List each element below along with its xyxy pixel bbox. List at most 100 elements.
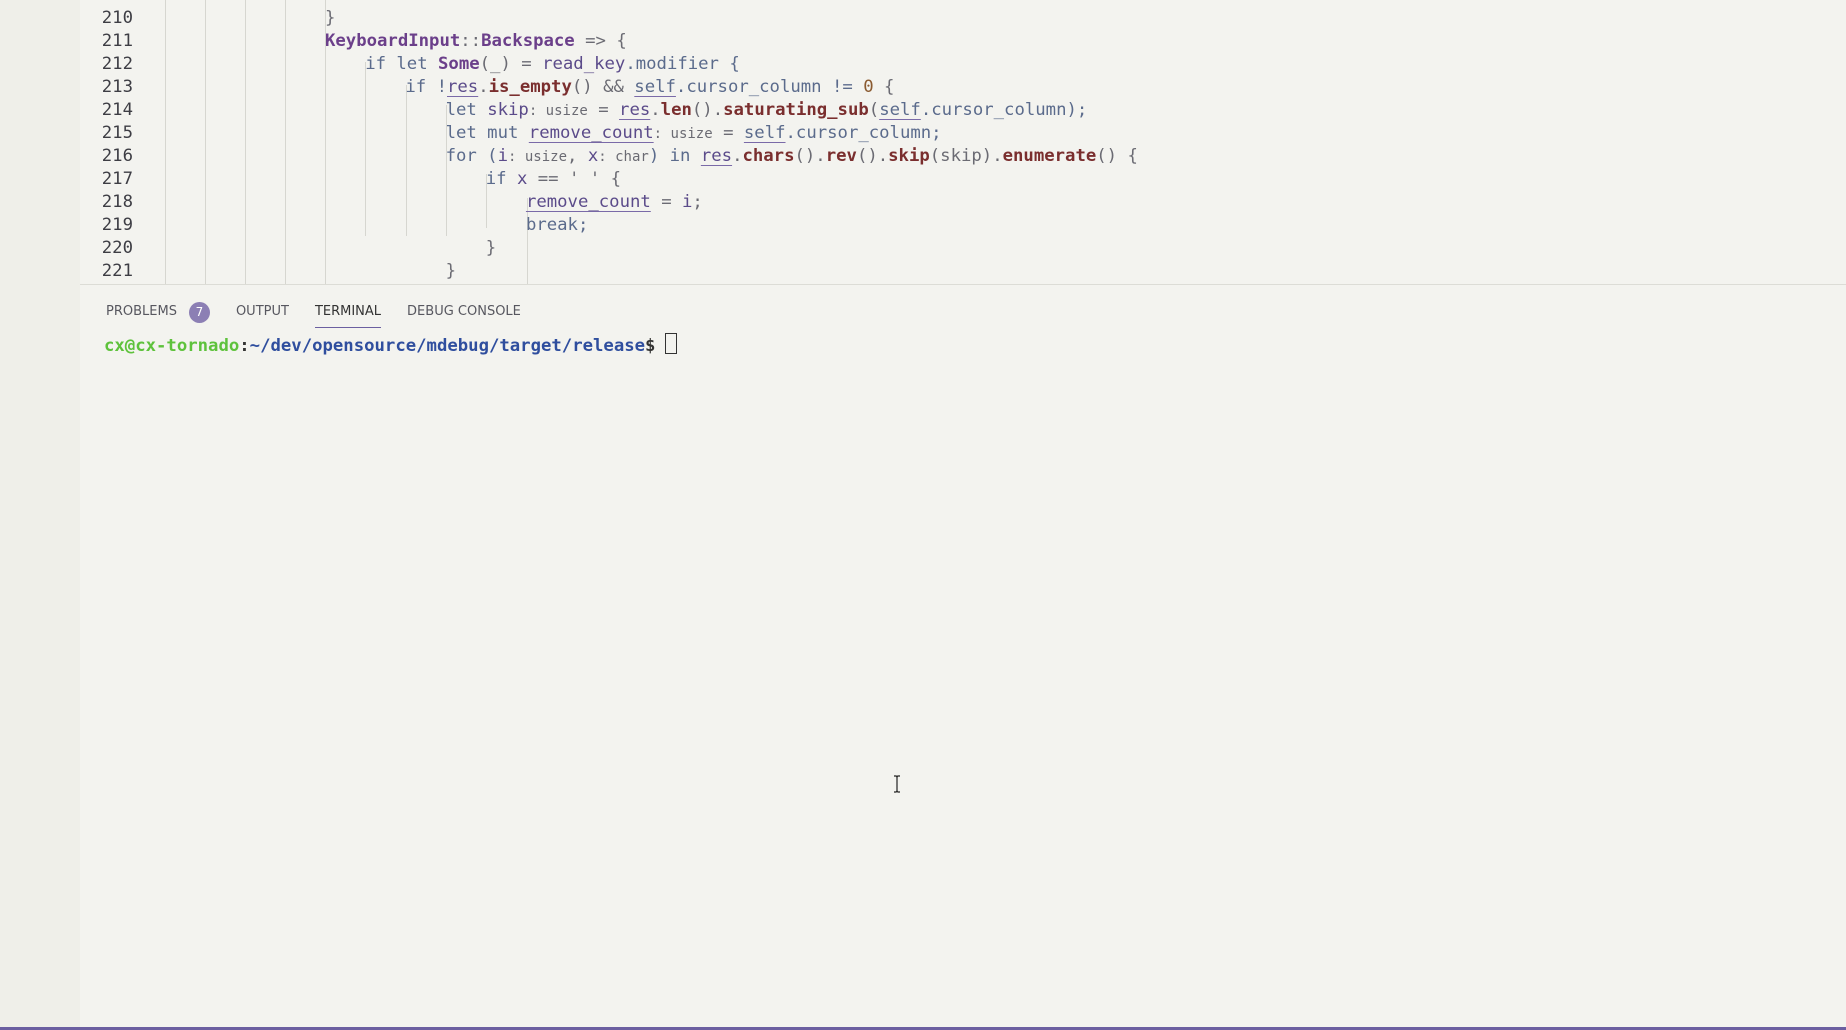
line-number: 212: [101, 54, 133, 74]
code-token: {: [873, 77, 895, 97]
code-token: ().: [794, 146, 826, 166]
tab-terminal-label: TERMINAL: [314, 304, 382, 319]
code-token: (_) =: [479, 54, 543, 74]
code-line: 213 if !res.is_empty() && self.cursor_col…: [80, 76, 1846, 99]
terminal-cursor: [665, 333, 678, 354]
code-token: saturating_sub: [723, 100, 869, 120]
code-token: res: [700, 146, 733, 166]
code-token: .: [732, 146, 743, 166]
line-number: 210: [101, 8, 133, 28]
code-text: if x == ' ' {: [486, 168, 621, 191]
code-line: 212 if let Some(_) = read_key.modifier {: [80, 53, 1846, 76]
code-token: skip: [487, 100, 529, 120]
code-token: if let: [365, 54, 439, 74]
code-token: : usize: [508, 149, 568, 165]
code-line: 209: [80, 0, 1846, 7]
code-text: if let Some(_) = read_key.modifier {: [365, 53, 740, 76]
code-token: is_empty: [488, 77, 572, 97]
code-text: break;: [526, 214, 588, 237]
code-token: =: [712, 123, 744, 143]
code-line: 214 let skip: usize = res.len().saturatin…: [80, 99, 1846, 122]
code-token: remove_count: [525, 192, 651, 212]
tab-output-label: OUTPUT: [235, 304, 289, 319]
panel-tabs: PROBLEMS 7 OUTPUT TERMINAL DEBUG CONSOLE: [106, 297, 547, 331]
code-token: .cursor_column;: [785, 123, 942, 143]
code-token: : usize: [653, 126, 713, 142]
code-editor[interactable]: 209210}211KeyboardInput::Backspace => {2…: [80, 0, 1846, 284]
code-token: Some: [438, 54, 480, 74]
code-token: rev: [825, 146, 857, 166]
line-number: 211: [101, 31, 133, 51]
code-text: let mut remove_count: usize = self.curso…: [446, 122, 942, 146]
code-token: () {: [1096, 146, 1138, 166]
terminal-prompt-symbol: $: [645, 336, 656, 356]
tab-terminal[interactable]: TERMINAL: [314, 297, 382, 328]
code-token: 0: [863, 77, 874, 97]
code-token: =: [650, 192, 683, 212]
line-number: 220: [101, 238, 133, 258]
code-line: 216 for (i: usize, x: char) in res.chars(…: [80, 145, 1846, 168]
code-token: .: [650, 100, 661, 120]
code-token: }: [445, 261, 456, 281]
code-token: i: [497, 146, 508, 166]
code-text: }: [486, 237, 496, 260]
code-token: ::: [460, 31, 482, 51]
line-number: 219: [101, 215, 133, 235]
code-token: }: [485, 238, 497, 258]
code-token: : usize: [528, 103, 588, 119]
code-token: len: [660, 100, 692, 120]
code-token: (: [868, 100, 880, 120]
line-number: 216: [101, 146, 133, 166]
code-token: remove_count: [528, 123, 654, 143]
code-token: }: [325, 8, 336, 28]
code-token: ,: [567, 146, 588, 166]
code-text: KeyboardInput::Backspace => {: [325, 30, 627, 53]
code-token: self: [634, 77, 676, 97]
code-token: self: [743, 123, 786, 143]
code-token: ().: [856, 146, 889, 166]
code-token: for (: [445, 146, 498, 166]
code-token: => {: [574, 31, 627, 51]
code-token: () &&: [571, 77, 635, 97]
tab-output[interactable]: OUTPUT: [236, 297, 289, 327]
code-token: res: [619, 100, 651, 120]
tab-problems[interactable]: PROBLEMS 7: [106, 297, 210, 327]
bottom-panel: PROBLEMS 7 OUTPUT TERMINAL DEBUG CONSOLE…: [80, 284, 1846, 1028]
code-token: if: [485, 169, 517, 189]
code-text: if !res.is_empty() && self.cursor_column…: [405, 76, 894, 99]
problems-count-badge: 7: [188, 301, 210, 323]
code-token: skip: [888, 146, 930, 166]
code-token: read_key: [542, 54, 626, 74]
code-token: enumerate: [1002, 146, 1097, 166]
code-token: : char: [598, 149, 649, 165]
code-token: (skip).: [929, 146, 1003, 166]
code-token: .cursor_column);: [920, 100, 1088, 120]
line-number: 218: [101, 192, 133, 212]
line-number: 221: [101, 261, 133, 281]
code-token: .modifier {: [625, 54, 740, 74]
code-line: 215 let mut remove_count: usize = self.cu…: [80, 122, 1846, 145]
tab-debug-console[interactable]: DEBUG CONSOLE: [407, 297, 521, 327]
code-token: == ' ' {: [527, 169, 622, 189]
code-token: ) in: [648, 146, 701, 166]
code-text: let skip: usize = res.len().saturating_s…: [446, 99, 1088, 123]
code-line: 211 KeyboardInput::Backspace => {: [80, 30, 1846, 53]
code-token: ().: [691, 100, 724, 120]
code-text: }: [325, 7, 335, 30]
code-line: 221}: [80, 260, 1846, 283]
code-token: res: [447, 77, 479, 97]
code-token: KeyboardInput: [325, 31, 461, 51]
code-token: x: [516, 169, 528, 189]
terminal-prompt-line[interactable]: cx@cx-tornado:~/dev/opensource/mdebug/ta…: [104, 333, 678, 358]
line-number: 214: [101, 100, 133, 120]
code-token: i: [682, 192, 693, 212]
code-token: break;: [525, 215, 589, 235]
code-line: 210}: [80, 7, 1846, 30]
code-text: remove_count = i;: [526, 191, 703, 214]
code-line: 219 break;: [80, 214, 1846, 237]
code-token: let mut: [445, 123, 529, 143]
code-token: chars: [742, 146, 795, 166]
code-token: =: [587, 100, 620, 120]
terminal-path: ~/dev/opensource/mdebug/target/release: [249, 336, 646, 356]
code-token: ;: [692, 192, 703, 212]
